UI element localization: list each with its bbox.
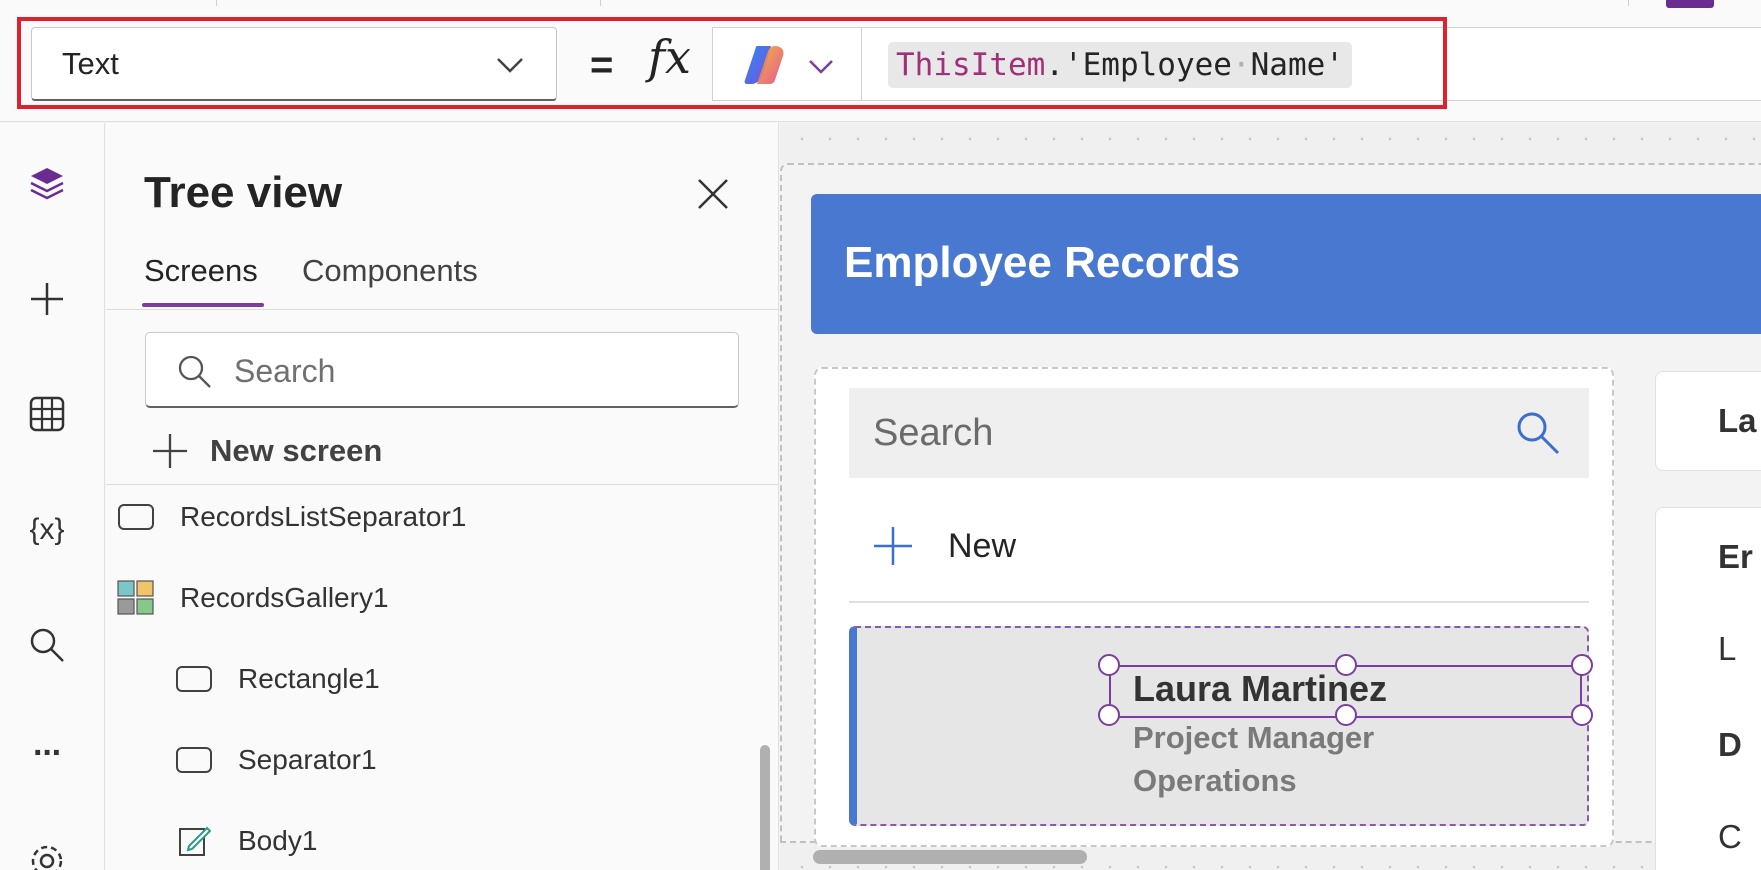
new-record-button[interactable]: New xyxy=(872,521,1016,571)
top-toolbar-edge xyxy=(0,0,1761,10)
detail-field-fragment: L xyxy=(1718,630,1737,667)
resize-handle[interactable] xyxy=(1335,654,1357,676)
edit-text-icon xyxy=(174,824,214,858)
new-label: New xyxy=(948,526,1017,565)
tree-node-label: Separator1 xyxy=(238,744,377,775)
close-icon[interactable] xyxy=(694,175,732,213)
tab-screens[interactable]: Screens xyxy=(144,253,258,289)
rectangle-icon xyxy=(116,500,156,534)
design-canvas: Employee Records Search New Laura Martin… xyxy=(780,123,1761,870)
search-icon[interactable] xyxy=(24,622,70,668)
active-tab-indicator xyxy=(1666,0,1714,8)
tree-search-input[interactable]: Search xyxy=(145,332,739,408)
tree-view-panel: Tree view Screens Components Search New … xyxy=(106,123,779,870)
layers-icon[interactable] xyxy=(24,161,70,207)
resize-handle[interactable] xyxy=(1098,654,1120,676)
tree-node-recordsgallery1[interactable]: RecordsGallery1 xyxy=(116,578,389,618)
data-table-icon[interactable] xyxy=(24,391,70,437)
employee-title[interactable]: Project Manager xyxy=(1133,720,1374,756)
records-list-panel: Search New Laura Martinez Project Manage… xyxy=(814,367,1614,847)
detail-field-fragment: D xyxy=(1718,726,1742,763)
tree-scrollbar[interactable] xyxy=(760,745,770,870)
formula-bar-highlight xyxy=(17,17,1447,109)
formula-bar: Text = fx ThisItem.'Employee·Name' xyxy=(0,10,1761,122)
resize-handle[interactable] xyxy=(1571,654,1593,676)
employee-department[interactable]: Operations xyxy=(1133,763,1297,799)
tree-node-label: Body1 xyxy=(238,825,318,856)
detail-title-card: La xyxy=(1655,371,1761,471)
new-screen-label: New screen xyxy=(210,433,383,468)
detail-field-fragment: Er xyxy=(1718,538,1753,575)
tree-node-rectangle1[interactable]: Rectangle1 xyxy=(174,659,380,699)
detail-field-fragment: C xyxy=(1718,818,1742,855)
header-bar[interactable]: Employee Records xyxy=(811,194,1761,334)
power-apps-studio: Text = fx ThisItem.'Employee·Name' {x} ·… xyxy=(0,0,1761,870)
tree-node-label: RecordsListSeparator1 xyxy=(180,501,467,532)
tree-node-separator1[interactable]: Separator1 xyxy=(174,740,377,780)
tree-node-label: RecordsGallery1 xyxy=(180,582,389,613)
records-list-separator xyxy=(849,601,1589,603)
canvas-horizontal-scrollbar[interactable] xyxy=(813,850,1087,864)
settings-icon[interactable] xyxy=(24,838,70,870)
plus-icon xyxy=(153,434,187,468)
search-icon xyxy=(178,355,211,388)
resize-handle[interactable] xyxy=(1571,704,1593,726)
header-title: Employee Records xyxy=(844,238,1241,287)
plus-icon xyxy=(874,527,912,565)
tree-node-label: Rectangle1 xyxy=(238,663,380,694)
rectangle-icon xyxy=(174,662,214,696)
active-tab-underline xyxy=(142,303,264,307)
resize-handle[interactable] xyxy=(1098,704,1120,726)
rectangle-icon xyxy=(174,743,214,777)
more-icon[interactable]: ··· xyxy=(24,730,70,776)
insert-plus-icon[interactable] xyxy=(24,276,70,322)
tree-node-body1[interactable]: Body1 xyxy=(174,821,317,861)
tree-node-recordslistseparator1[interactable]: RecordsListSeparator1 xyxy=(116,497,466,537)
tab-components[interactable]: Components xyxy=(302,253,478,289)
variables-icon[interactable]: {x} xyxy=(24,507,70,553)
gallery-icon xyxy=(116,580,156,615)
search-icon xyxy=(1517,412,1560,455)
divider xyxy=(106,484,778,485)
new-screen-button[interactable]: New screen xyxy=(150,428,382,474)
left-rail: {x} ··· xyxy=(0,123,105,870)
gallery-search-input[interactable]: Search xyxy=(849,388,1589,478)
search-placeholder: Search xyxy=(873,412,994,454)
gallery-item[interactable]: Laura Martinez Project Manager Operation… xyxy=(849,626,1589,826)
detail-form-card: Er L D C xyxy=(1655,507,1761,870)
resize-handle[interactable] xyxy=(1335,704,1357,726)
detail-title-fragment: La xyxy=(1718,402,1757,439)
tree-view-title: Tree view xyxy=(144,168,343,217)
divider xyxy=(106,309,778,310)
search-placeholder: Search xyxy=(234,353,336,389)
